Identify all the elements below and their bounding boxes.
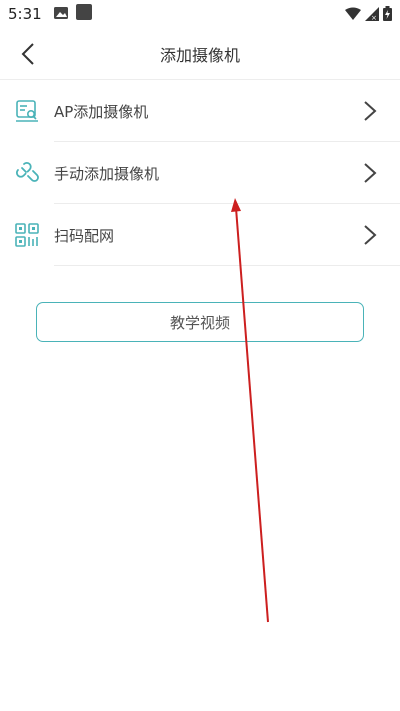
page-title: 添加摄像机 — [159, 45, 240, 65]
menu-item-label: AP添加摄像机 — [54, 102, 149, 121]
tutorial-video-button[interactable]: 教学视频 — [36, 302, 364, 342]
link-icon — [14, 160, 40, 186]
status-time: 5:31 — [8, 5, 42, 23]
menu-item-scan-qr[interactable]: 扫码配网 — [0, 204, 400, 266]
wifi-icon — [345, 7, 361, 25]
chevron-right-icon — [362, 224, 378, 246]
image-notification-icon — [53, 5, 68, 23]
ap-camera-icon — [14, 98, 40, 124]
chevron-right-icon — [362, 100, 378, 122]
status-bar: 5:31 × — [0, 0, 400, 28]
divider — [54, 265, 400, 266]
add-camera-menu: AP添加摄像机 手动添加摄像机 扫码配网 — [0, 80, 400, 266]
app-notification-icon — [75, 4, 92, 24]
menu-item-ap-add-camera[interactable]: AP添加摄像机 — [0, 80, 400, 142]
menu-item-label: 手动添加摄像机 — [54, 164, 160, 183]
title-bar: 添加摄像机 — [0, 28, 400, 80]
menu-item-manual-add-camera[interactable]: 手动添加摄像机 — [0, 142, 400, 204]
menu-item-label: 扫码配网 — [54, 226, 115, 245]
chevron-left-icon — [21, 43, 34, 65]
back-button[interactable] — [16, 40, 40, 68]
battery-icon — [383, 6, 392, 25]
svg-text:×: × — [371, 14, 377, 21]
chevron-right-icon — [362, 162, 378, 184]
signal-icon: × — [365, 6, 379, 25]
qr-code-icon — [14, 222, 40, 248]
